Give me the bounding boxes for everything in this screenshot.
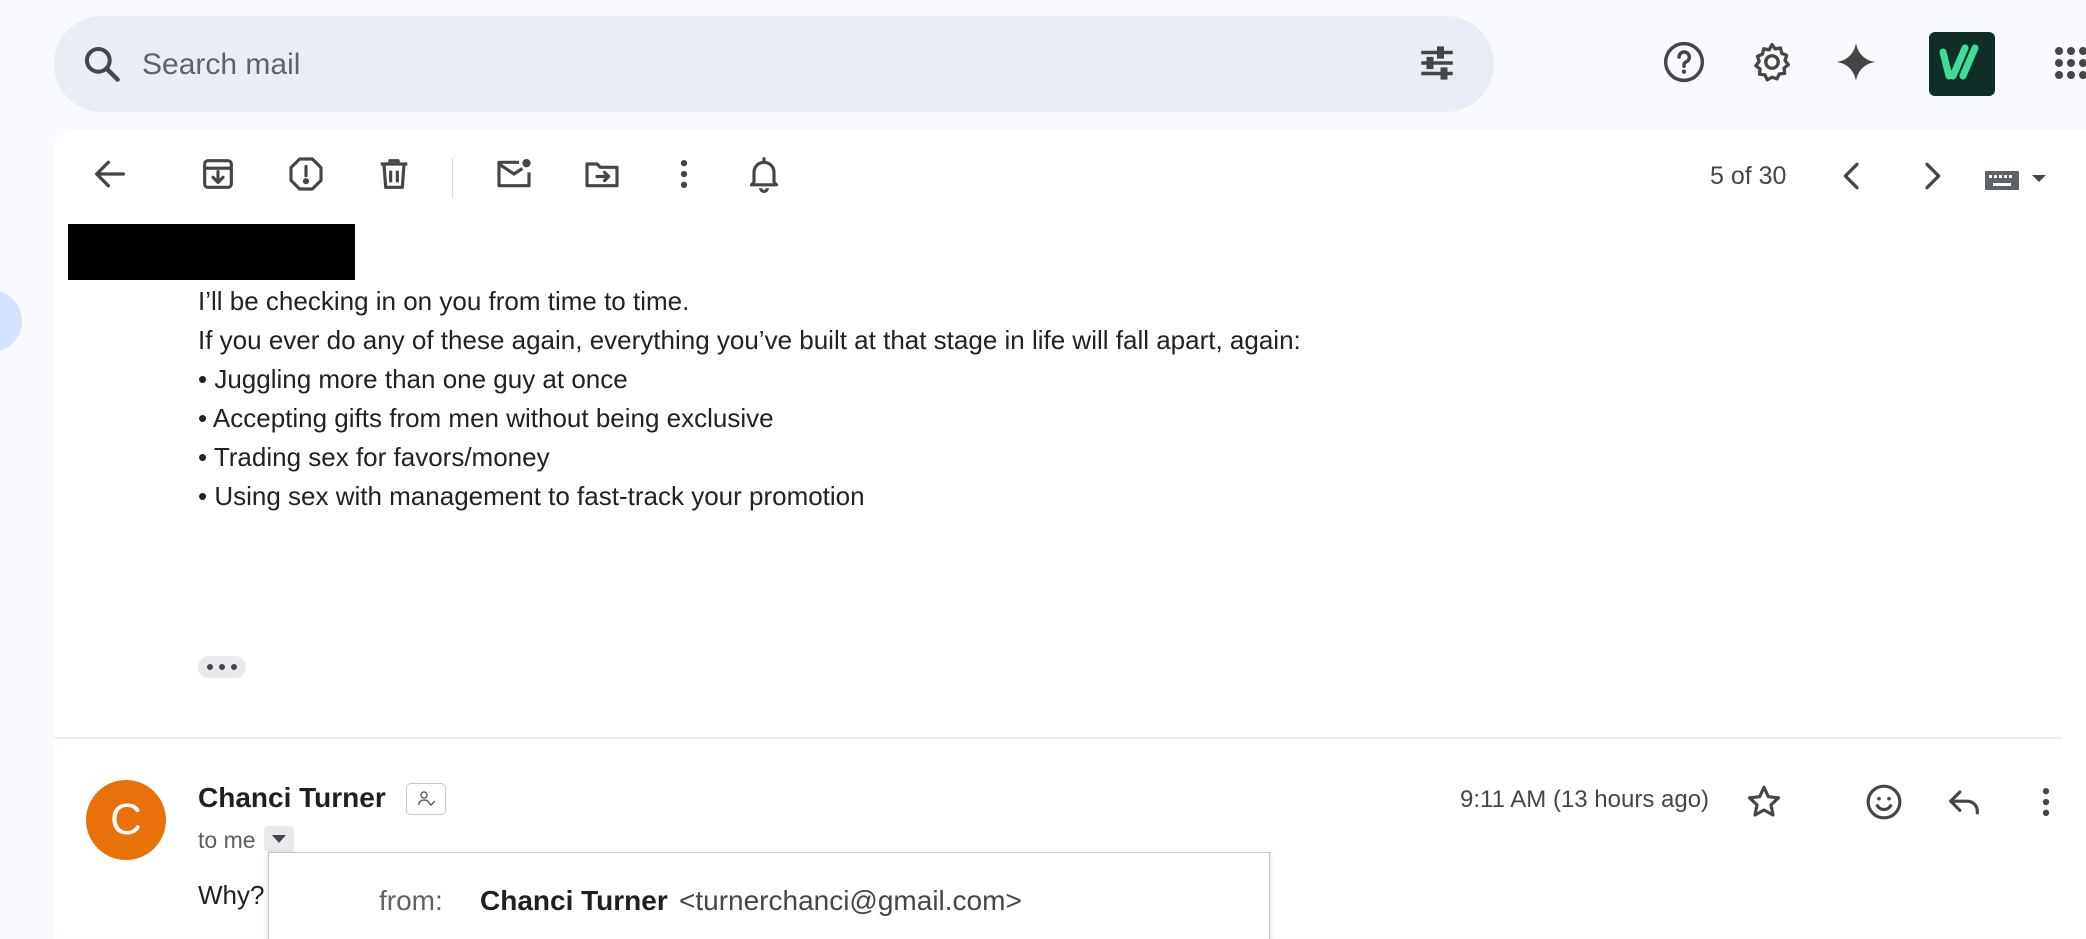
from-label: from: bbox=[379, 885, 443, 916]
gemini-sparkle-icon[interactable] bbox=[1834, 40, 1878, 84]
pager-count: 5 of 30 bbox=[1710, 162, 1787, 190]
sender-name[interactable]: Chanci Turner bbox=[198, 782, 386, 814]
body-bullet: • Juggling more than one guy at once bbox=[198, 364, 628, 394]
delete-icon[interactable] bbox=[374, 154, 414, 194]
toolbar-separator bbox=[452, 158, 453, 198]
back-arrow-icon[interactable] bbox=[90, 154, 130, 194]
search-bar[interactable] bbox=[54, 16, 1494, 112]
app-badge-icon[interactable] bbox=[1929, 32, 1995, 96]
gear-icon[interactable] bbox=[1750, 40, 1794, 84]
body-line: If you ever do any of these again, every… bbox=[198, 325, 1301, 355]
from-name: Chanci Turner bbox=[480, 885, 668, 916]
search-icon[interactable] bbox=[80, 42, 124, 86]
older-chevron-icon[interactable] bbox=[1912, 156, 1952, 196]
contact-card-icon[interactable] bbox=[406, 783, 446, 815]
tune-icon[interactable] bbox=[1416, 42, 1458, 84]
mark-unread-icon[interactable] bbox=[494, 154, 534, 194]
newer-chevron-icon[interactable] bbox=[1832, 156, 1872, 196]
emoji-react-icon[interactable] bbox=[1864, 782, 1904, 822]
body-bullet: • Accepting gifts from men without being… bbox=[198, 403, 774, 433]
more-vert-icon[interactable] bbox=[664, 154, 704, 194]
from-email[interactable]: <turnerchanci@gmail.com> bbox=[679, 885, 1022, 917]
snooze-bell-icon[interactable] bbox=[744, 154, 784, 194]
show-trimmed-content-button[interactable] bbox=[198, 656, 246, 678]
move-to-icon[interactable] bbox=[582, 154, 622, 194]
message-timestamp: 9:11 AM (13 hours ago) bbox=[1460, 786, 1710, 813]
apps-grid-icon[interactable] bbox=[2054, 46, 2086, 80]
compose-bubble[interactable] bbox=[0, 290, 22, 352]
help-icon[interactable] bbox=[1662, 40, 1706, 84]
sender-details-popup: from: Chanci Turner <turnerchanci@gmail.… bbox=[268, 852, 1270, 939]
reply-icon[interactable] bbox=[1944, 782, 1984, 822]
redacted-block bbox=[68, 224, 355, 280]
message-panel: 5 of 30 I’ll be checking in on you from … bbox=[54, 130, 2086, 939]
show-details-dropdown[interactable] bbox=[264, 826, 294, 852]
message-body: I’ll be checking in on you from time to … bbox=[198, 282, 1301, 516]
report-spam-icon[interactable] bbox=[286, 154, 326, 194]
body-bullet: • Trading sex for favors/money bbox=[198, 442, 550, 472]
archive-icon[interactable] bbox=[198, 154, 238, 194]
body-bullet: • Using sex with management to fast-trac… bbox=[198, 481, 865, 511]
message-preview: Why? bbox=[198, 880, 265, 910]
avatar[interactable]: C bbox=[86, 780, 166, 860]
message-more-vert-icon[interactable] bbox=[2026, 782, 2066, 822]
body-line: I’ll be checking in on you from time to … bbox=[198, 286, 690, 316]
input-tools-keyboard-icon[interactable] bbox=[1984, 168, 2054, 192]
recipient-summary: to me bbox=[198, 827, 256, 853]
star-icon[interactable] bbox=[1744, 782, 1784, 822]
message-divider bbox=[54, 737, 2062, 739]
search-input[interactable] bbox=[140, 40, 1344, 90]
